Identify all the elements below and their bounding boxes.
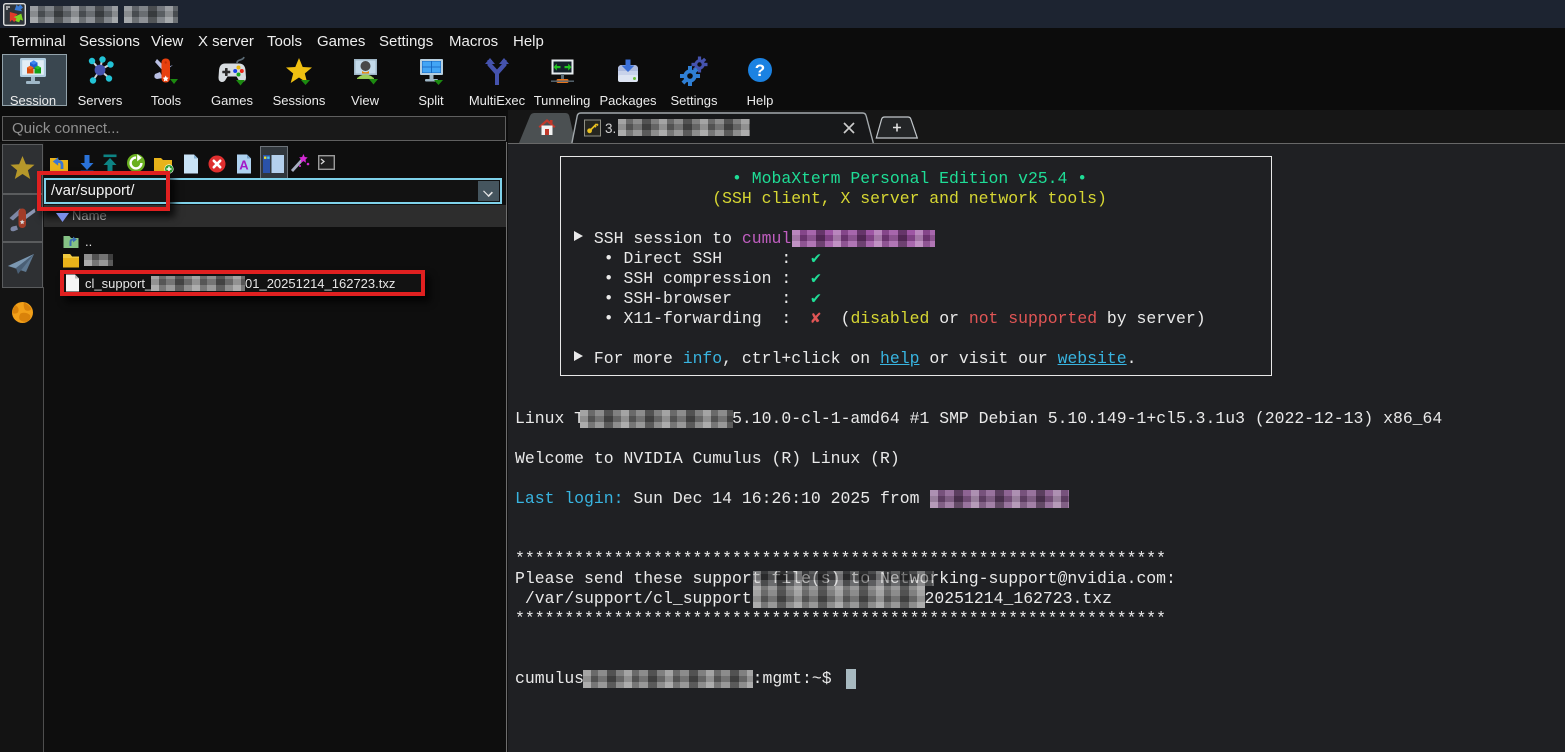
svg-text:3.: 3.	[605, 121, 616, 136]
svg-text:A: A	[239, 158, 249, 173]
svg-text:?: ?	[755, 61, 765, 80]
